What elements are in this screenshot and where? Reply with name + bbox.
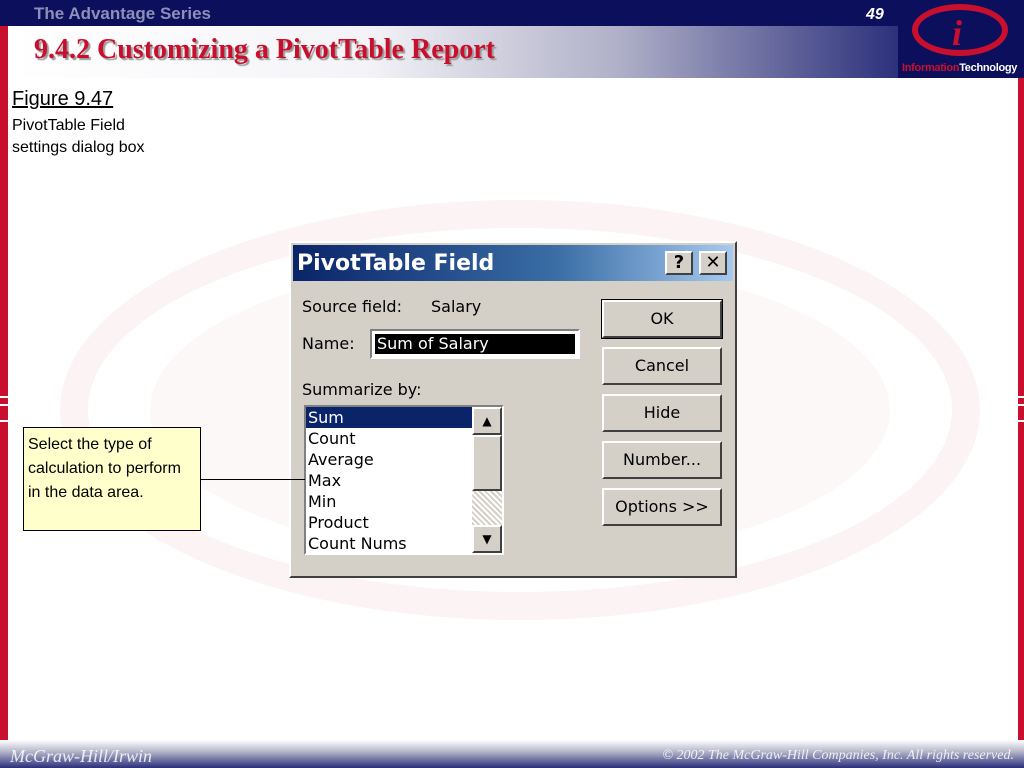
figure-caption: PivotTable Field settings dialog box xyxy=(12,117,145,156)
callout-note: Select the type of calculation to perfor… xyxy=(23,427,201,531)
options-button[interactable]: Options >> xyxy=(602,488,722,526)
source-field-label: Source field: xyxy=(302,297,402,316)
listbox-scrollbar[interactable]: ▲ ▼ xyxy=(472,407,502,553)
scroll-thumb[interactable] xyxy=(472,435,502,491)
logo-word-information: Information xyxy=(902,62,960,74)
right-strip-mark xyxy=(1018,404,1024,406)
list-item-max[interactable]: Max xyxy=(306,470,474,491)
scroll-up-icon[interactable]: ▲ xyxy=(472,407,502,435)
list-item-product[interactable]: Product xyxy=(306,512,474,533)
left-accent-strip xyxy=(0,0,8,768)
number-button[interactable]: Number... xyxy=(602,441,722,479)
list-item-count[interactable]: Count xyxy=(306,428,474,449)
slide-title: 9.4.2 Customizing a PivotTable Report xyxy=(34,34,495,65)
dialog-title: PivotTable Field xyxy=(297,251,495,276)
series-title: The Advantage Series xyxy=(34,4,211,23)
help-button[interactable]: ? xyxy=(665,251,693,275)
right-strip-mark xyxy=(1018,420,1024,422)
summarize-by-listbox[interactable]: Sum Count Average Max Min Product Count … xyxy=(304,405,504,555)
name-field-value: Sum of Salary xyxy=(375,334,575,354)
cancel-button[interactable]: Cancel xyxy=(602,347,722,385)
summarize-by-label: Summarize by: xyxy=(302,380,422,399)
summarize-options: Sum Count Average Max Min Product Count … xyxy=(306,407,474,553)
callout-leader-line xyxy=(201,479,305,480)
hide-button[interactable]: Hide xyxy=(602,394,722,432)
logo-text: InformationTechnology xyxy=(902,62,1017,74)
right-accent-strip xyxy=(1018,0,1024,768)
close-button[interactable]: ✕ xyxy=(699,251,727,275)
logo-letter: i xyxy=(952,13,963,53)
left-strip-mark xyxy=(0,420,8,422)
footer-copyright: © 2002 The McGraw-Hill Companies, Inc. A… xyxy=(662,748,1014,763)
figure-label: Figure 9.47 xyxy=(12,88,114,110)
source-field-value: Salary xyxy=(431,297,482,316)
list-item-min[interactable]: Min xyxy=(306,491,474,512)
left-strip-mark xyxy=(0,396,8,398)
left-strip-mark xyxy=(0,404,8,406)
information-technology-logo: i InformationTechnology xyxy=(898,0,1024,78)
list-item-sum[interactable]: Sum xyxy=(306,407,474,428)
ok-button[interactable]: OK xyxy=(601,299,723,339)
slide: The Advantage Series 49 9.4.2 Customizin… xyxy=(0,0,1024,768)
dialog-titlebar[interactable]: PivotTable Field ? ✕ xyxy=(293,245,733,281)
slide-number: 49 xyxy=(866,6,884,23)
list-item-count-nums[interactable]: Count Nums xyxy=(306,533,474,553)
right-strip-mark xyxy=(1018,396,1024,398)
pivottable-field-dialog: PivotTable Field ? ✕ Source field: Salar… xyxy=(289,241,737,578)
list-item-average[interactable]: Average xyxy=(306,449,474,470)
name-label: Name: xyxy=(302,334,355,353)
scroll-down-icon[interactable]: ▼ xyxy=(472,525,502,553)
name-field[interactable]: Sum of Salary xyxy=(370,329,580,359)
logo-word-technology: Technology xyxy=(959,62,1018,74)
footer-publisher: McGraw-Hill/Irwin xyxy=(10,746,152,766)
